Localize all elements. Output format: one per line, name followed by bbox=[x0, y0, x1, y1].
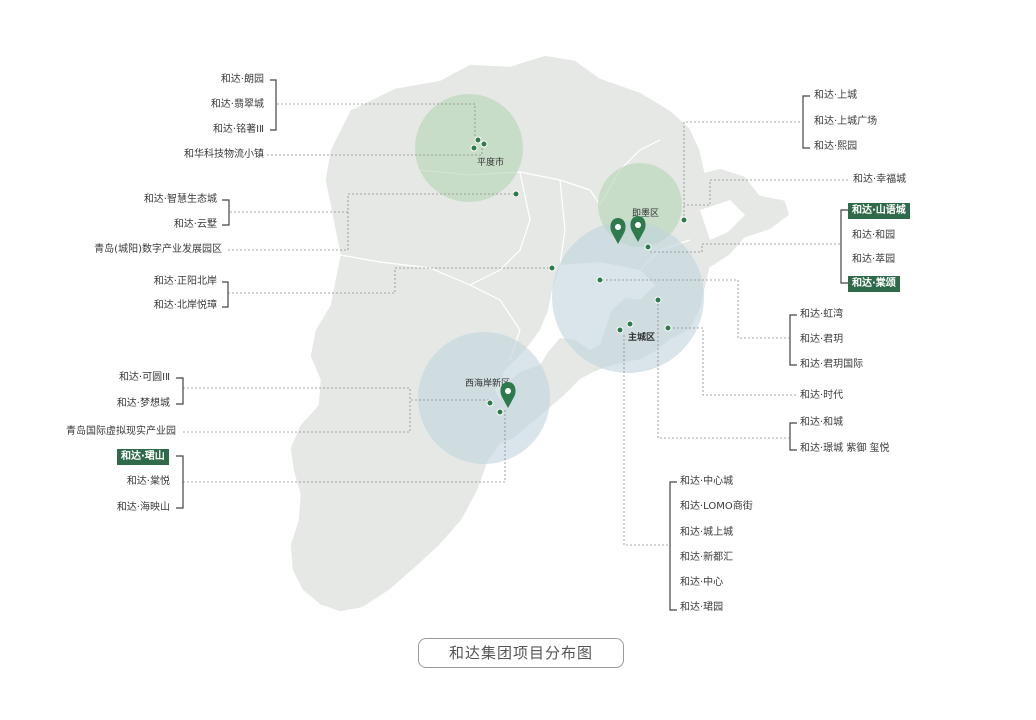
location-dot-icon bbox=[596, 276, 604, 284]
location-dot-icon bbox=[626, 320, 634, 328]
label-chengyang-1: 和达·智慧生态城 bbox=[143, 194, 217, 205]
label-shinan-6: 和达·珺园 bbox=[680, 602, 724, 613]
location-dot-icon bbox=[644, 243, 652, 251]
location-dot-icon bbox=[548, 264, 556, 272]
label-shinan-3: 和达·城上城 bbox=[680, 527, 734, 538]
label-licang-3: 和达·君玥国际 bbox=[800, 359, 864, 370]
label-hecheng-1: 和达·和城 bbox=[800, 417, 844, 428]
label-pingdu-1: 和达·朗园 bbox=[220, 74, 264, 85]
label-westcoast-b-3: 和达·海映山 bbox=[116, 502, 170, 513]
label-pingdu-4: 和华科技物流小镇 bbox=[184, 149, 264, 160]
label-jimo-a-2: 和达·上城广场 bbox=[814, 116, 878, 127]
label-laoshan-2: 和达·和园 bbox=[852, 230, 896, 241]
label-zhengyang-1: 和达·正阳北岸 bbox=[153, 276, 217, 287]
label-chengyang-2: 和达·云墅 bbox=[173, 219, 217, 230]
label-shinan-5: 和达·中心 bbox=[680, 577, 724, 588]
label-shidai: 和达·时代 bbox=[800, 390, 844, 401]
label-westcoast-b-1: 和达·珺山 bbox=[117, 449, 169, 465]
label-westcoast-a-2: 和达·梦想城 bbox=[116, 398, 170, 409]
location-dot-icon bbox=[470, 144, 478, 152]
label-jimo-a-1: 和达·上城 bbox=[814, 90, 858, 101]
label-westcoast-a-1: 和达·可圆ⅠⅡ bbox=[118, 372, 170, 383]
label-shinan-2: 和达·LOMO商街 bbox=[680, 501, 753, 512]
label-shinan-1: 和达·中心城 bbox=[680, 476, 734, 487]
district-label-pingdu: 平度市 bbox=[477, 156, 504, 168]
main-city-circle bbox=[552, 221, 704, 373]
label-laoshan-4: 和达·棠颂 bbox=[848, 276, 900, 292]
label-zhengyang-2: 和达·北岸悦璋 bbox=[153, 300, 217, 311]
location-dot-icon bbox=[680, 216, 688, 224]
label-licang-2: 和达·君玥 bbox=[800, 334, 844, 345]
location-dot-icon bbox=[496, 408, 504, 416]
label-westcoast-a-3: 青岛国际虚拟现实产业园 bbox=[66, 426, 176, 437]
location-dot-icon bbox=[474, 136, 482, 144]
label-laoshan-3: 和达·萃园 bbox=[852, 254, 896, 265]
location-dot-icon bbox=[616, 326, 624, 334]
west-coast-circle bbox=[418, 332, 550, 464]
label-jimo-single: 和达·幸福城 bbox=[853, 174, 907, 185]
label-licang-1: 和达·虹湾 bbox=[800, 309, 844, 320]
label-laoshan-1: 和达·山语城 bbox=[848, 203, 910, 219]
location-dot-icon bbox=[654, 296, 662, 304]
label-chengyang-3: 青岛(城阳)数字产业发展园区 bbox=[94, 244, 222, 255]
location-dot-icon bbox=[512, 190, 520, 198]
label-shinan-4: 和达·新都汇 bbox=[680, 552, 734, 563]
pingdu-circle bbox=[415, 94, 523, 202]
label-pingdu-3: 和达·铭著ⅠⅡ bbox=[212, 124, 264, 135]
label-jimo-a-3: 和达·熙园 bbox=[814, 141, 858, 152]
map-caption: 和达集团项目分布图 bbox=[418, 638, 624, 668]
label-pingdu-2: 和达·翡翠城 bbox=[210, 99, 264, 110]
location-dot-icon bbox=[664, 324, 672, 332]
district-label-main-city: 主城区 bbox=[628, 331, 655, 343]
label-hecheng-2: 和达·璟城 紫御 玺悦 bbox=[800, 443, 890, 454]
location-dot-icon bbox=[480, 140, 488, 148]
location-dot-icon bbox=[486, 399, 494, 407]
label-westcoast-b-2: 和达·棠悦 bbox=[126, 476, 170, 487]
